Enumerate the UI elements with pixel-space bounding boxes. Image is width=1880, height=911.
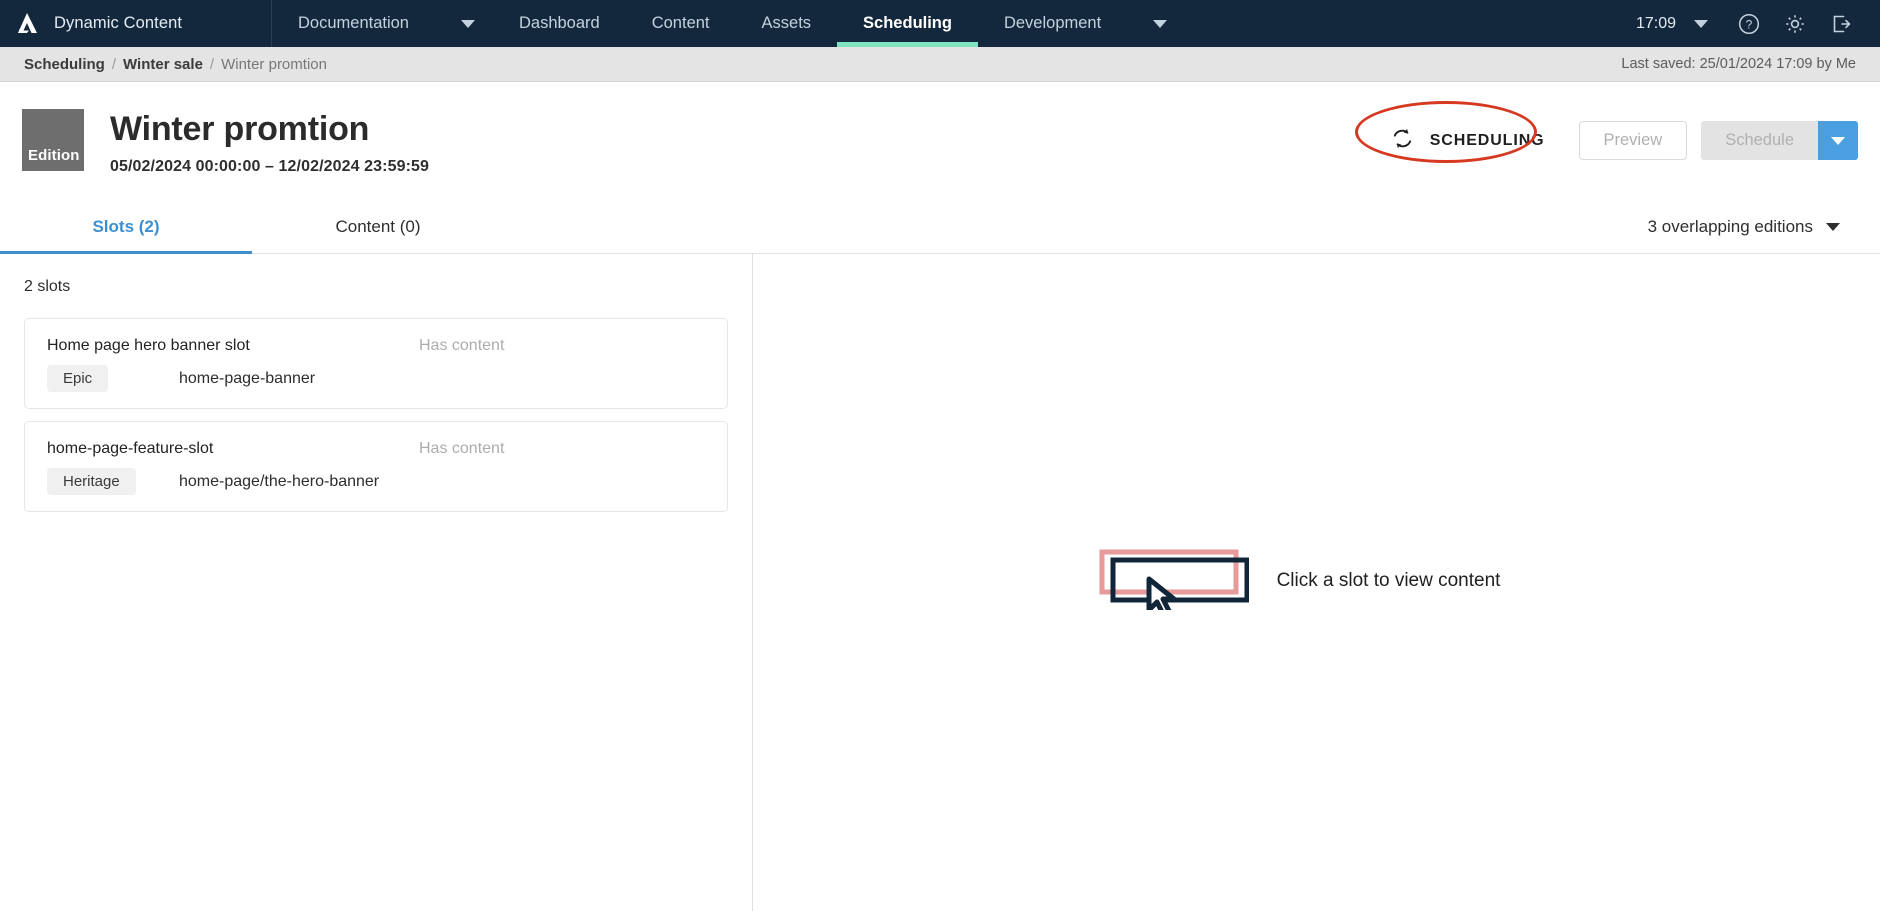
- page-title: Winter promtion: [110, 110, 370, 148]
- slot-tag-wrap: Heritage: [47, 468, 179, 495]
- status-badge-label: SCHEDULING: [1429, 131, 1545, 149]
- header-actions: SCHEDULING Preview Schedule: [1354, 100, 1858, 163]
- nav-item-dashboard[interactable]: Dashboard: [493, 0, 626, 47]
- primary-nav: Documentation Dashboard Content Assets S…: [272, 0, 1185, 47]
- chevron-down-icon: [1831, 136, 1845, 145]
- slot-card-meta: Epic home-page-banner: [47, 365, 705, 392]
- click-slot-cursor-icon: [1097, 546, 1250, 617]
- edition-date-range: 05/02/2024 00:00:00 – 12/02/2024 23:59:5…: [110, 158, 430, 176]
- preview-button[interactable]: Preview: [1578, 121, 1688, 160]
- last-saved-label: Last saved: 25/01/2024 17:09 by Me: [1621, 56, 1856, 72]
- nav-item-scheduling-label: Scheduling: [863, 14, 952, 32]
- empty-state-text: Click a slot to view content: [1276, 569, 1501, 591]
- chevron-down-icon: [1694, 19, 1708, 28]
- status-badge: SCHEDULING: [1354, 100, 1579, 163]
- gear-icon: [1786, 14, 1804, 33]
- title-block: Winter promtion 05/02/2024 00:00:00 – 12…: [84, 109, 429, 176]
- help-button[interactable]: ?: [1726, 0, 1772, 47]
- slot-card[interactable]: Home page hero banner slot Has content E…: [24, 318, 728, 409]
- chevron-down-icon: [460, 19, 475, 28]
- top-navigation-bar: Dynamic Content Documentation Dashboard …: [0, 0, 1880, 47]
- slot-tag-wrap: Epic: [47, 365, 179, 392]
- tab-content[interactable]: Content (0): [252, 200, 504, 253]
- schedule-dropdown-button[interactable]: [1818, 121, 1858, 160]
- slot-status: Has content: [419, 337, 505, 354]
- breadcrumb-item-scheduling[interactable]: Scheduling: [24, 56, 105, 73]
- sync-refresh-icon: [1389, 125, 1416, 157]
- tab-bar: Slots (2) Content (0) 3 overlapping edit…: [0, 200, 1880, 254]
- page-header: Edition Winter promtion 05/02/2024 00:00…: [0, 82, 1880, 200]
- brand-name: Dynamic Content: [54, 14, 183, 32]
- nav-item-documentation[interactable]: Documentation: [272, 0, 493, 47]
- breadcrumb-item-winter-sale[interactable]: Winter sale: [123, 56, 203, 73]
- nav-item-assets-label: Assets: [761, 14, 812, 32]
- slot-card-meta: Heritage home-page/the-hero-banner: [47, 468, 705, 495]
- clock-display: 17:09: [1635, 14, 1676, 32]
- chevron-down-icon: [1826, 222, 1840, 231]
- tab-spacer: [504, 200, 1648, 253]
- slot-status: Has content: [419, 440, 505, 457]
- nav-item-assets[interactable]: Assets: [736, 0, 838, 47]
- slot-key: home-page/the-hero-banner: [179, 473, 380, 490]
- tab-slots[interactable]: Slots (2): [0, 200, 252, 254]
- slot-list: Home page hero banner slot Has content E…: [0, 318, 752, 512]
- nav-item-dashboard-label: Dashboard: [518, 14, 600, 32]
- main-body: 2 slots Home page hero banner slot Has c…: [0, 254, 1880, 911]
- overlapping-editions-dropdown[interactable]: 3 overlapping editions: [1648, 200, 1880, 253]
- slot-card[interactable]: home-page-feature-slot Has content Herit…: [24, 421, 728, 512]
- nav-item-scheduling[interactable]: Scheduling: [837, 0, 978, 47]
- breadcrumb-item-current: Winter promtion: [221, 55, 327, 73]
- brand-area[interactable]: Dynamic Content: [0, 0, 272, 47]
- help-circle-icon: ?: [1738, 13, 1760, 34]
- slot-card-header: Home page hero banner slot Has content: [47, 337, 705, 355]
- content-preview-panel: Click a slot to view content: [753, 254, 1880, 911]
- svg-text:?: ?: [1746, 17, 1753, 31]
- amplience-logo-icon: [14, 11, 40, 37]
- empty-state: Click a slot to view content: [1097, 546, 1501, 617]
- slot-name: Home page hero banner slot: [47, 337, 250, 354]
- slots-panel: 2 slots Home page hero banner slot Has c…: [0, 254, 753, 911]
- nav-item-content-label: Content: [651, 14, 710, 32]
- logout-icon: [1833, 15, 1851, 32]
- slot-key: home-page-banner: [179, 370, 316, 387]
- logout-button[interactable]: [1818, 0, 1864, 47]
- slot-tag: Epic: [47, 365, 109, 392]
- slot-card-header: home-page-feature-slot Has content: [47, 440, 705, 458]
- slot-tag: Heritage: [47, 468, 136, 495]
- overlapping-editions-label: 3 overlapping editions: [1647, 216, 1813, 236]
- chevron-down-icon: [1153, 19, 1168, 28]
- nav-item-development-label: Development: [1003, 14, 1102, 32]
- slot-count-label: 2 slots: [24, 278, 71, 295]
- nav-item-content[interactable]: Content: [626, 0, 736, 47]
- edition-type-badge-label: Edition: [28, 147, 80, 164]
- clock-dropdown-button[interactable]: [1690, 19, 1726, 28]
- schedule-button[interactable]: Schedule: [1701, 121, 1818, 160]
- breadcrumb-separator: /: [209, 55, 215, 73]
- settings-button[interactable]: [1772, 0, 1818, 47]
- breadcrumb-separator: /: [111, 55, 117, 73]
- nav-item-documentation-label: Documentation: [298, 14, 409, 32]
- nav-right-cluster: 17:09 ?: [1630, 0, 1880, 47]
- slot-name: home-page-feature-slot: [47, 440, 214, 457]
- schedule-button-group: Schedule: [1701, 121, 1858, 160]
- breadcrumb-bar: Scheduling / Winter sale / Winter promti…: [0, 47, 1880, 82]
- nav-item-development[interactable]: Development: [978, 0, 1185, 47]
- edition-type-badge: Edition: [22, 109, 84, 171]
